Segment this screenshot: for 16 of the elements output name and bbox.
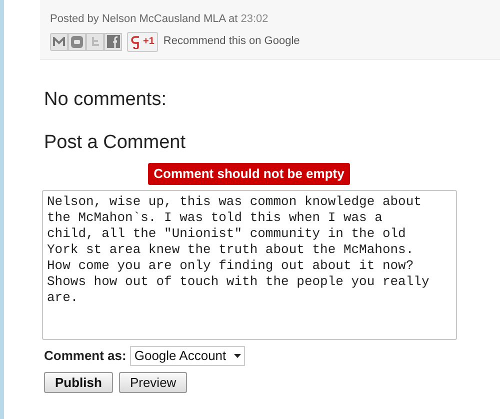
comment-as-select[interactable]: Google Account (130, 346, 246, 366)
blog-share-icon[interactable] (68, 32, 86, 50)
posted-by-text: Posted by Nelson McCausland MLA at (50, 12, 238, 27)
recommend-text: Recommend this on Google (163, 34, 300, 50)
email-share-icon[interactable] (50, 32, 68, 50)
dropdown-caret-icon (234, 354, 242, 358)
comment-as-label: Comment as: (44, 347, 126, 366)
facebook-share-icon[interactable] (104, 32, 122, 50)
publish-button[interactable]: Publish (44, 372, 113, 393)
comments-heading: No comments: (44, 88, 166, 112)
google-logo-icon (131, 34, 140, 48)
google-plus-one-button[interactable]: +1 (127, 32, 158, 52)
preview-button[interactable]: Preview (118, 372, 188, 393)
form-heading: Post a Comment (44, 131, 186, 155)
comment-field[interactable]: Nelson, wise up, this was common knowledge about the McMahon`s. I was told this when I was a child, all the "Unionist" community in the old York st area knew the truth about the McMahons. How come you are only finding out about it now? Shows how out of touch with the people you really are. (42, 190, 457, 340)
error-message: Comment should not be empty (148, 163, 350, 185)
